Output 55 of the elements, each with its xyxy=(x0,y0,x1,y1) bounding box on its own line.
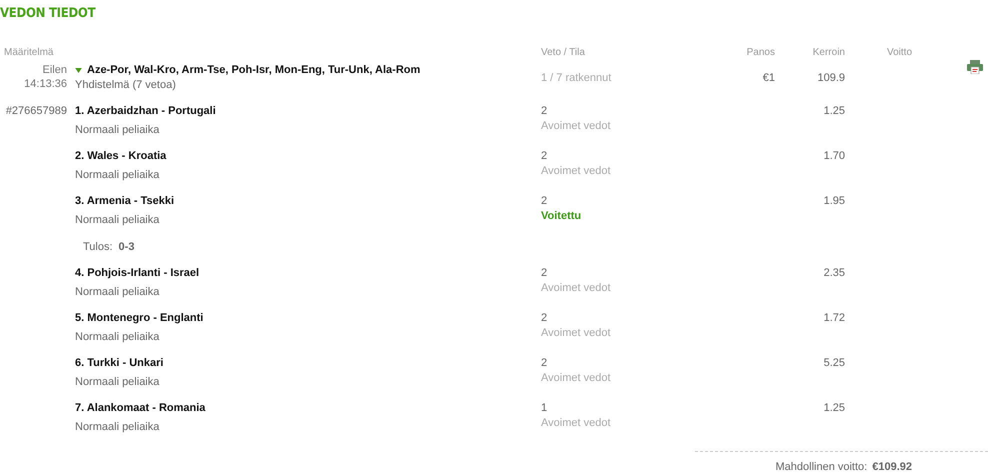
selection-status: Avoimet vedot xyxy=(541,417,612,429)
match-name: 4. Pohjois-Irlanti - Israel xyxy=(75,267,200,279)
selection-status: Avoimet vedot xyxy=(541,372,612,384)
column-header: Määritelmä xyxy=(3,46,54,58)
odds: 2.35 xyxy=(822,267,845,279)
market-name: Normaali peliaika xyxy=(75,376,160,388)
odds: 1.95 xyxy=(822,195,845,207)
odds: 1.25 xyxy=(822,402,845,414)
match-name: 7. Alankomaat - Romania xyxy=(75,402,206,414)
expand-icon[interactable] xyxy=(75,68,82,72)
market-name: Normaali peliaika xyxy=(75,286,160,298)
odds: 1.25 xyxy=(822,105,845,117)
pick: 2 xyxy=(541,267,548,279)
pick: 2 xyxy=(541,357,548,369)
pick: 2 xyxy=(541,312,548,324)
bet-date: Eilen xyxy=(42,64,67,76)
selection-status: Voitettu xyxy=(541,210,582,222)
page-title: VEDON TIEDOT xyxy=(0,5,96,23)
bet-id: #276657989 xyxy=(4,105,68,117)
market-name: Normaali peliaika xyxy=(75,169,160,181)
odds: 1.70 xyxy=(822,150,845,162)
match-name: 2. Wales - Kroatia xyxy=(75,150,168,162)
pick: 2 xyxy=(541,195,548,207)
bet-name: Aze-Por, Wal-Kro, Arm-Tse, Poh-Isr, Mon-Eng, Tur-Unk, Ala-Rom xyxy=(87,64,420,76)
pick: 2 xyxy=(541,150,548,162)
column-header: Kerroin xyxy=(812,46,845,58)
market-name: Normaali peliaika xyxy=(75,331,160,343)
column-header: Veto / Tila xyxy=(541,46,586,58)
settled-status: 1 / 7 ratkennut xyxy=(541,72,612,84)
selection-status: Avoimet vedot xyxy=(541,165,612,177)
odds: 1.72 xyxy=(822,312,845,324)
match-name: 6. Turkki - Unkari xyxy=(75,357,164,369)
selection-status: Avoimet vedot xyxy=(541,282,612,294)
stake: €1 xyxy=(762,72,775,84)
market-name: Normaali peliaika xyxy=(75,124,160,136)
market-name: Normaali peliaika xyxy=(75,214,160,226)
match-name: 5. Montenegro - Englanti xyxy=(75,312,204,324)
selection-status: Avoimet vedot xyxy=(541,327,612,339)
match-name: 3. Armenia - Tsekki xyxy=(75,195,176,207)
odds: 5.25 xyxy=(822,357,845,369)
print-icon[interactable] xyxy=(967,60,983,74)
odds: 109.9 xyxy=(816,72,845,84)
pick: 2 xyxy=(541,105,548,117)
selection-status: Avoimet vedot xyxy=(541,120,612,132)
result-label: Tulos: xyxy=(83,241,113,253)
bet-type: Yhdistelmä (7 vetoa) xyxy=(75,79,177,91)
potential-win-label: Mahdollinen voitto: xyxy=(776,461,868,473)
column-header: Voitto xyxy=(886,46,914,58)
market-name: Normaali peliaika xyxy=(75,421,160,433)
match-name: 1. Azerbaidzhan - Portugali xyxy=(75,105,217,117)
potential-win-value: €109.92 xyxy=(872,461,912,473)
bet-time: 14:13:36 xyxy=(24,78,67,90)
pick: 1 xyxy=(541,402,548,414)
result-score: 0-3 xyxy=(118,241,134,253)
column-header: Panos xyxy=(746,46,775,58)
